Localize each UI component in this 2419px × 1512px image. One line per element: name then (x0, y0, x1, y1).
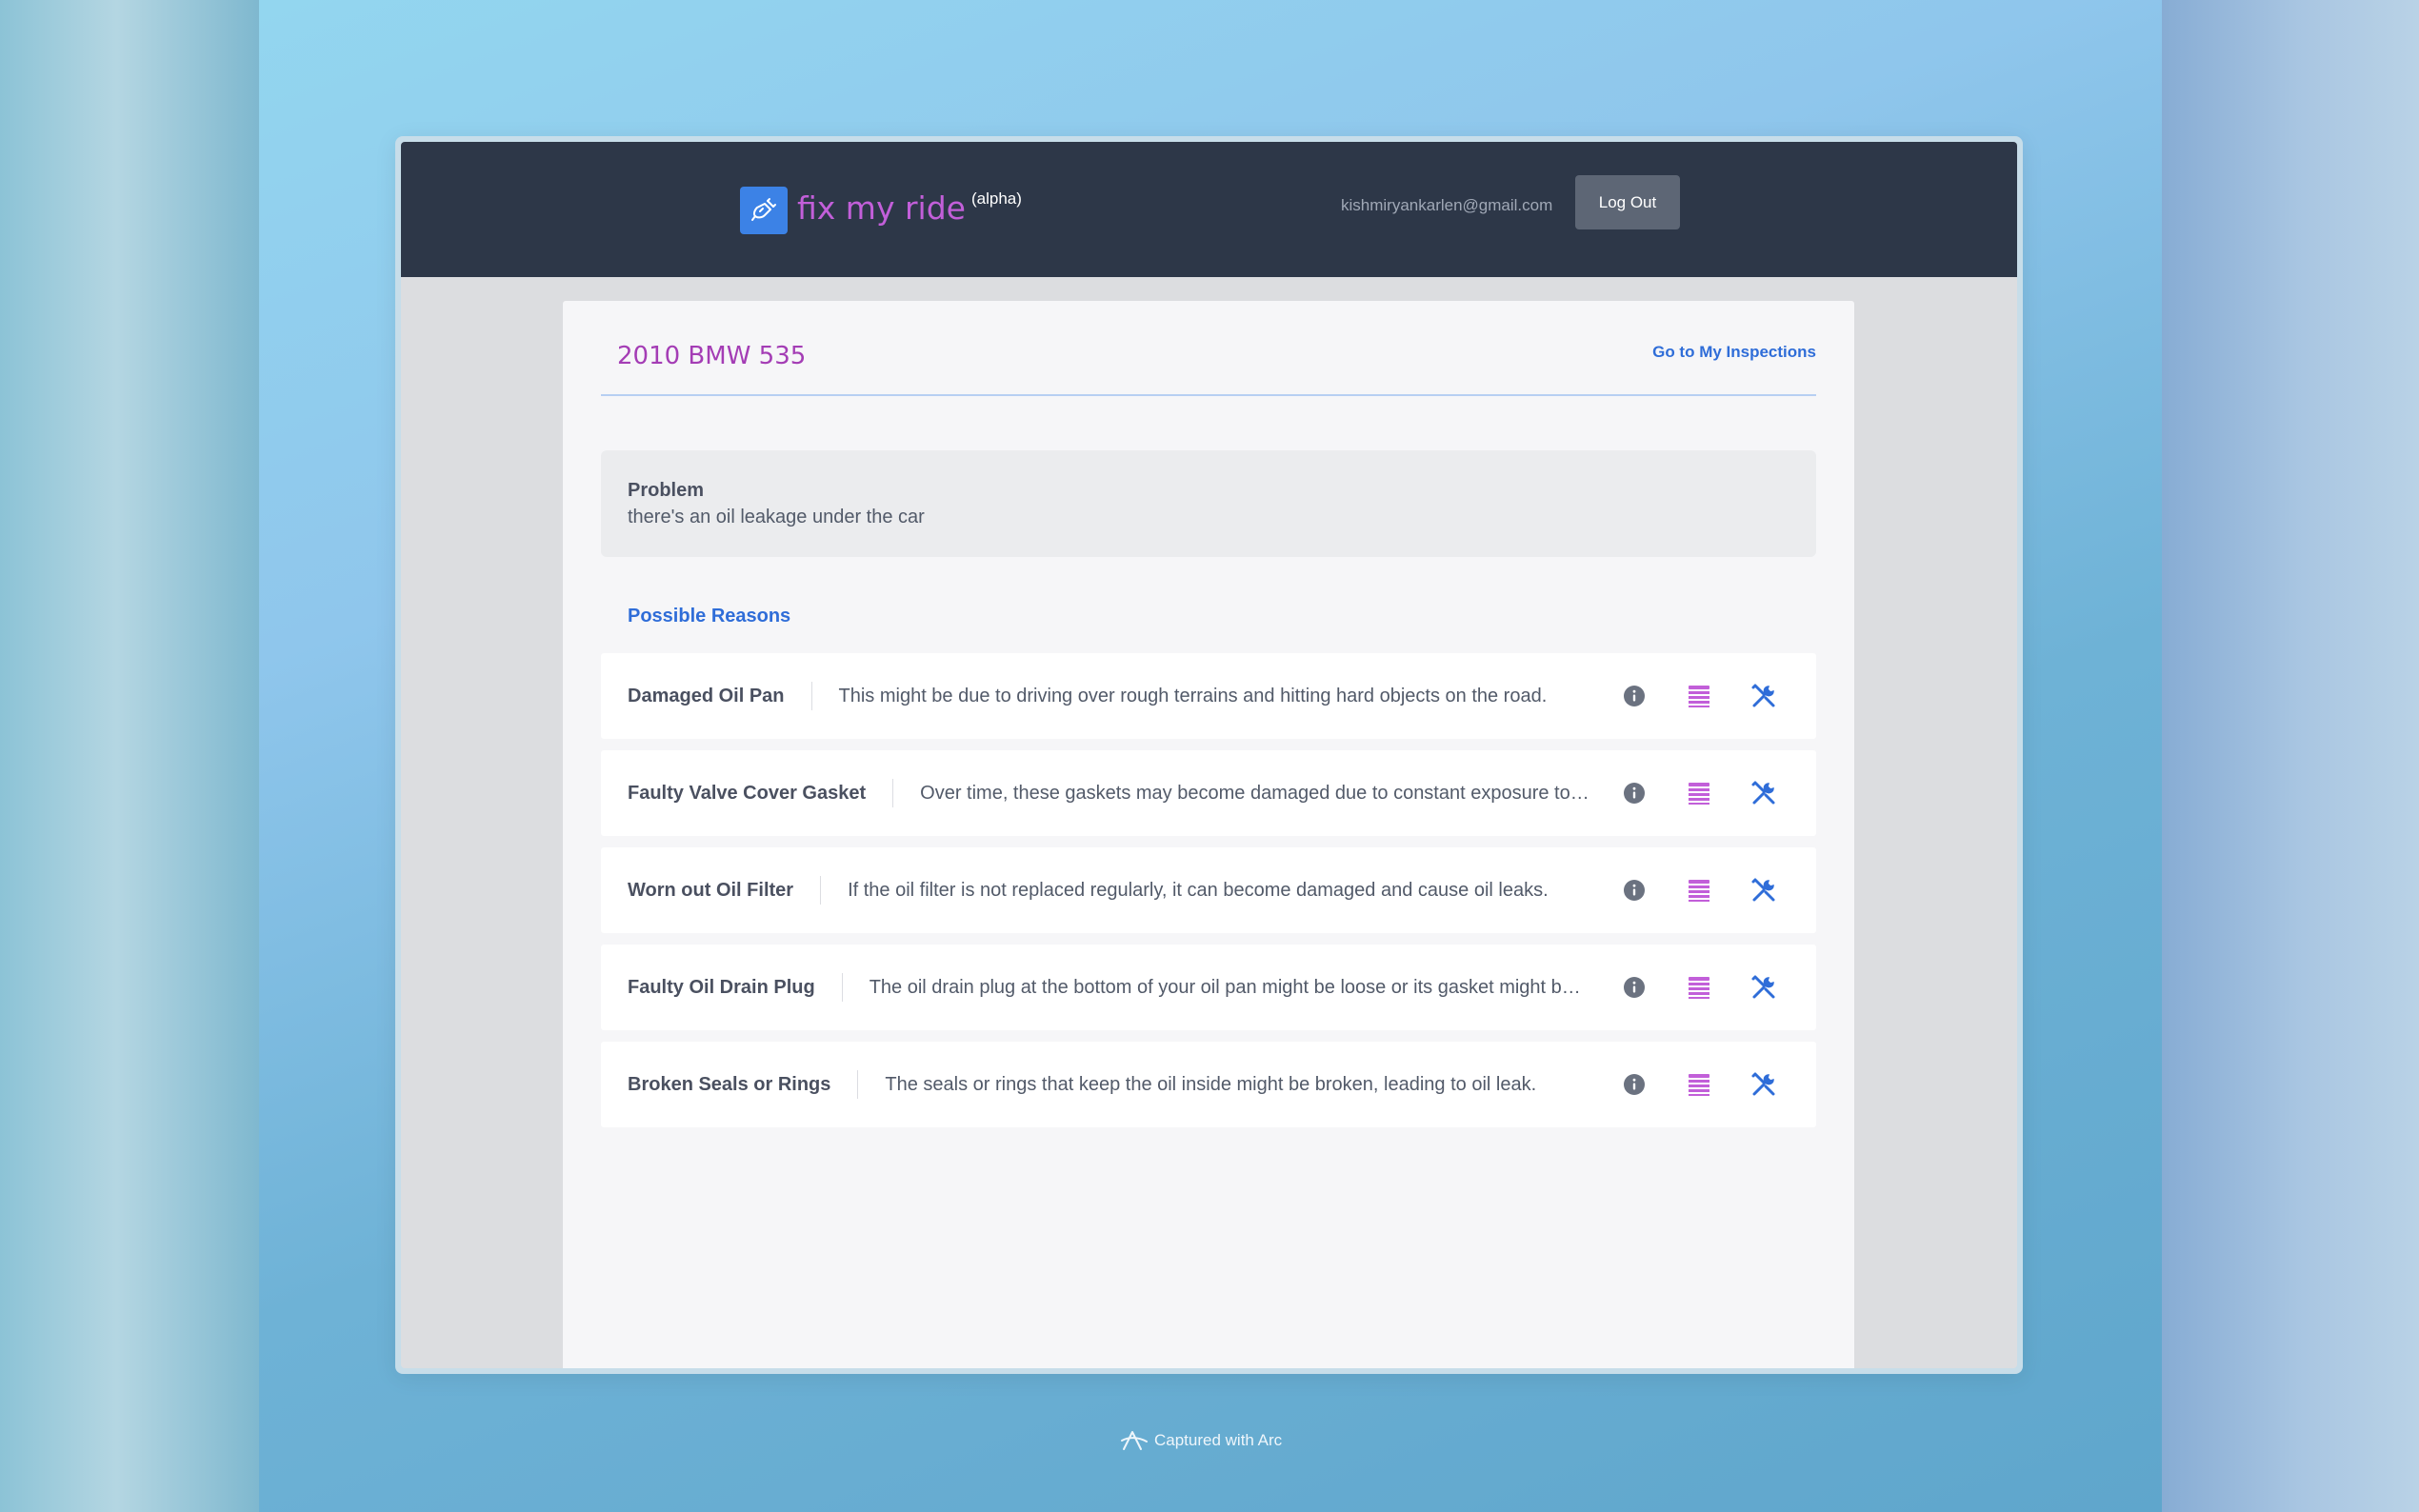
list-item[interactable]: Faulty Valve Cover Gasket Over time, the… (601, 750, 1816, 836)
list-icon[interactable] (1685, 876, 1713, 905)
info-icon[interactable] (1620, 1070, 1649, 1099)
reasons-title: Possible Reasons (628, 606, 791, 627)
info-icon[interactable] (1620, 779, 1649, 807)
reason-actions (1620, 779, 1816, 807)
reason-name: Worn out Oil Filter (628, 876, 822, 905)
tools-icon[interactable] (1749, 876, 1778, 905)
reason-description: The seals or rings that keep the oil ins… (885, 1073, 1537, 1095)
go-to-inspections-link[interactable]: Go to My Inspections (1652, 343, 1816, 362)
tools-icon[interactable] (1749, 682, 1778, 710)
browser-window: fix my ride (alpha) kishmiryankarlen@gma… (395, 136, 2023, 1374)
user-email: kishmiryankarlen@gmail.com (1341, 196, 1553, 214)
wrench-plug-icon (740, 187, 788, 234)
reason-name: Damaged Oil Pan (628, 682, 812, 710)
info-icon[interactable] (1620, 682, 1649, 710)
brand-name: fix my ride (797, 189, 966, 227)
list-icon[interactable] (1685, 1070, 1713, 1099)
reason-actions (1620, 876, 1816, 905)
tools-icon[interactable] (1749, 973, 1778, 1002)
brand-tag: (alpha) (970, 189, 1022, 208)
reason-name: Faulty Oil Drain Plug (628, 973, 843, 1002)
info-icon[interactable] (1620, 973, 1649, 1002)
capture-note: Captured with Arc (1154, 1431, 1283, 1449)
reason-description: Over time, these gaskets may become dama… (920, 782, 1589, 804)
reason-actions (1620, 1070, 1816, 1099)
page-title: 2010 BMW 535 (617, 342, 807, 370)
list-item[interactable]: Worn out Oil Filter If the oil filter is… (601, 847, 1816, 933)
problem-label: Problem (628, 480, 705, 501)
background-left (0, 0, 259, 1512)
navbar: fix my ride (alpha) kishmiryankarlen@gma… (401, 142, 2017, 277)
logout-button[interactable]: Log Out (1575, 175, 1680, 229)
list-icon[interactable] (1685, 682, 1713, 710)
list-item[interactable]: Broken Seals or Rings The seals or rings… (601, 1042, 1816, 1127)
reason-name: Broken Seals or Rings (628, 1070, 859, 1099)
list-item[interactable]: Damaged Oil Pan This might be due to dri… (601, 653, 1816, 739)
list-icon[interactable] (1685, 973, 1713, 1002)
logo[interactable]: fix my ride (alpha) (740, 187, 1022, 234)
list-icon[interactable] (1685, 779, 1713, 807)
problem-text: there's an oil leakage under the car (628, 507, 925, 527)
info-icon[interactable] (1620, 876, 1649, 905)
reason-description: The oil drain plug at the bottom of your… (869, 976, 1581, 998)
problem-card: Problem there's an oil leakage under the… (601, 450, 1816, 557)
reason-description: If the oil filter is not replaced regula… (848, 879, 1549, 901)
app-root: fix my ride (alpha) kishmiryankarlen@gma… (401, 142, 2017, 1368)
main-content: 2010 BMW 535 Go to My Inspections Proble… (563, 301, 1854, 1368)
tools-icon[interactable] (1749, 779, 1778, 807)
reason-description: This might be due to driving over rough … (838, 685, 1548, 706)
tools-icon[interactable] (1749, 1070, 1778, 1099)
reason-actions (1620, 973, 1816, 1002)
capture-badge: Captured with Arc (1120, 1428, 1282, 1453)
reason-name: Faulty Valve Cover Gasket (628, 779, 894, 807)
arc-logo-icon (1121, 1431, 1148, 1450)
list-item[interactable]: Faulty Oil Drain Plug The oil drain plug… (601, 945, 1816, 1030)
reason-list: Damaged Oil Pan This might be due to dri… (601, 653, 1816, 1139)
reason-actions (1620, 682, 1816, 710)
page-header: 2010 BMW 535 Go to My Inspections (601, 328, 1816, 396)
background-right (2162, 0, 2419, 1512)
